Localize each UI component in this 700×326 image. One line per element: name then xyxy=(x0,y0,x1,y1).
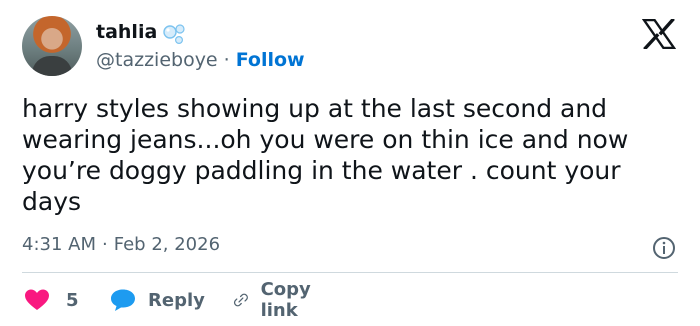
display-name[interactable]: tahlia xyxy=(96,21,157,43)
tweet-card: tahlia @tazzieboye · Follow harry styles s… xyxy=(0,0,700,326)
separator-dot: · xyxy=(223,49,230,71)
copy-link-label: Copy link xyxy=(260,279,311,321)
speech-bubble-icon xyxy=(111,289,135,311)
separator-dot: · xyxy=(102,234,108,255)
tweet-time: 4:31 AM xyxy=(22,234,96,255)
divider xyxy=(22,272,678,273)
reply-button[interactable]: Reply xyxy=(110,286,205,314)
like-count: 5 xyxy=(66,289,79,311)
copy-link-button[interactable]: Copy link xyxy=(232,279,320,321)
user-handle[interactable]: @tazzieboye xyxy=(96,49,218,71)
follow-button[interactable]: Follow xyxy=(236,49,305,71)
avatar[interactable] xyxy=(22,16,82,76)
x-logo-icon[interactable] xyxy=(642,19,676,49)
tweet-date: Feb 2, 2026 xyxy=(113,234,221,255)
reply-label: Reply xyxy=(148,289,205,311)
link-icon xyxy=(233,293,248,307)
heart-icon xyxy=(25,289,49,310)
bubbles-icon xyxy=(163,24,185,45)
handle-row: @tazzieboye · Follow xyxy=(96,49,305,71)
like-button[interactable]: 5 xyxy=(24,286,79,314)
info-icon[interactable] xyxy=(652,236,676,260)
tweet-timestamp[interactable]: 4:31 AM · Feb 2, 2026 xyxy=(22,234,220,255)
tweet-text: harry styles showing up at the last seco… xyxy=(22,94,629,216)
